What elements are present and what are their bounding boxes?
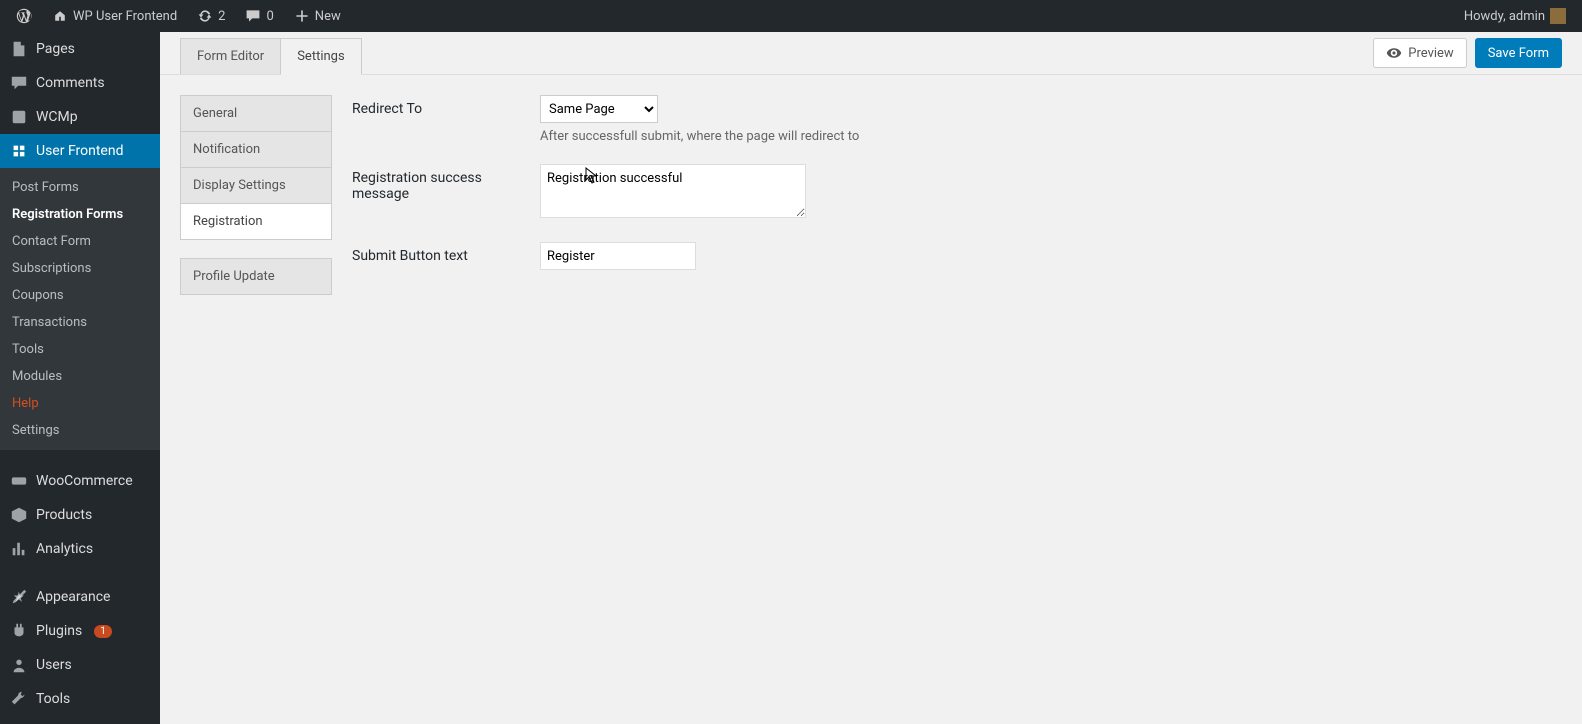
submenu-item-transactions[interactable]: Transactions: [0, 309, 160, 336]
submenu-item-modules[interactable]: Modules: [0, 363, 160, 390]
redirect-to-select[interactable]: Same Page: [540, 95, 658, 123]
home-icon: [52, 8, 68, 24]
tabs-row: Form Editor Settings Preview Save Form: [160, 32, 1582, 75]
page-icon: [10, 40, 28, 58]
updates-link[interactable]: 2: [189, 0, 233, 32]
main-tabs: Form Editor Settings: [180, 38, 362, 74]
wcmp-icon: [10, 108, 28, 126]
sidebar-item-products[interactable]: Products: [0, 498, 160, 532]
sidebar-item-tools[interactable]: Tools: [0, 682, 160, 716]
sidebar-item-label: User Frontend: [36, 143, 123, 159]
sidebar-item-settings[interactable]: Settings: [0, 716, 160, 724]
sidebar-item-wcmp[interactable]: WCMp: [0, 100, 160, 134]
site-name-label: WP User Frontend: [73, 9, 177, 24]
sidebar-item-label: Analytics: [36, 541, 93, 557]
settings-tab-general[interactable]: General: [180, 95, 332, 132]
sidebar-item-analytics[interactable]: Analytics: [0, 532, 160, 566]
sidebar-item-label: WooCommerce: [36, 473, 133, 489]
sidebar-item-label: Pages: [36, 41, 75, 57]
settings-tab-notification[interactable]: Notification: [180, 132, 332, 168]
sidebar-item-pages[interactable]: Pages: [0, 32, 160, 66]
comment-icon: [245, 8, 261, 24]
submenu-item-registration-forms[interactable]: Registration Forms: [0, 201, 160, 228]
save-button[interactable]: Save Form: [1475, 38, 1562, 68]
wordpress-icon: [16, 8, 32, 24]
sidebar-item-label: Tools: [36, 691, 70, 707]
badge: 1: [94, 625, 112, 638]
users-icon: [10, 656, 28, 674]
settings-tab-profile-update[interactable]: Profile Update: [180, 258, 332, 295]
settings-sub-tabs: GeneralNotificationDisplay SettingsRegis…: [180, 95, 332, 295]
new-label: New: [315, 9, 341, 24]
tab-form-editor[interactable]: Form Editor: [180, 38, 281, 74]
refresh-icon: [197, 8, 213, 24]
new-link[interactable]: New: [286, 0, 349, 32]
success-message-label: Registration success message: [352, 164, 540, 202]
settings-tab-display[interactable]: Display Settings: [180, 168, 332, 204]
form-actions: Preview Save Form: [1373, 38, 1562, 74]
submenu-item-coupons[interactable]: Coupons: [0, 282, 160, 309]
eye-icon: [1386, 45, 1402, 61]
field-submit-text: Submit Button text: [352, 242, 1562, 270]
sidebar-item-appearance[interactable]: Appearance: [0, 580, 160, 614]
submenu-item-uf-settings[interactable]: Settings: [0, 417, 160, 444]
my-account-link[interactable]: Howdy, admin: [1456, 0, 1574, 32]
success-message-textarea[interactable]: [540, 164, 806, 218]
sidebar-item-label: WCMp: [36, 109, 78, 125]
sidebar-item-label: Users: [36, 657, 72, 673]
settings-body: Redirect To Same Page After successfull …: [352, 95, 1562, 295]
admin-bar: WP User Frontend 2 0 New Howdy, admin: [0, 0, 1582, 32]
field-redirect-to: Redirect To Same Page After successfull …: [352, 95, 1562, 144]
content-area: Form Editor Settings Preview Save Form G…: [160, 32, 1582, 724]
settings-tab-registration[interactable]: Registration: [180, 204, 332, 240]
plugins-icon: [10, 622, 28, 640]
analytics-icon: [10, 540, 28, 558]
avatar: [1550, 8, 1566, 24]
sidebar-item-label: Plugins: [36, 623, 82, 639]
woo-icon: [10, 472, 28, 490]
sidebar-item-label: Appearance: [36, 589, 110, 605]
sidebar-item-plugins[interactable]: Plugins 1: [0, 614, 160, 648]
sidebar-item-label: Comments: [36, 75, 105, 91]
updates-count: 2: [218, 9, 225, 24]
site-name-link[interactable]: WP User Frontend: [44, 0, 185, 32]
submenu-item-uf-tools[interactable]: Tools: [0, 336, 160, 363]
sidebar-item-users[interactable]: Users: [0, 648, 160, 682]
submenu-item-post-forms[interactable]: Post Forms: [0, 174, 160, 201]
comments-link[interactable]: 0: [237, 0, 281, 32]
submenu-item-help[interactable]: Help: [0, 390, 160, 417]
appearance-icon: [10, 588, 28, 606]
submenu-item-contact-form[interactable]: Contact Form: [0, 228, 160, 255]
submit-text-label: Submit Button text: [352, 242, 540, 264]
submit-text-input[interactable]: [540, 242, 696, 270]
products-icon: [10, 506, 28, 524]
sidebar-item-woocommerce[interactable]: WooCommerce: [0, 464, 160, 498]
admin-sidebar: Pages Comments WCMp User Frontend Post Forms…: [0, 32, 160, 724]
tab-settings[interactable]: Settings: [281, 38, 361, 75]
preview-label: Preview: [1408, 46, 1453, 61]
howdy-text: Howdy, admin: [1464, 9, 1545, 24]
redirect-to-desc: After successfull submit, where the page…: [540, 129, 859, 144]
sidebar-item-comments[interactable]: Comments: [0, 66, 160, 100]
field-success-message: Registration success message: [352, 164, 1562, 222]
submenu-user-frontend: Post FormsRegistration FormsContact Form…: [0, 168, 160, 450]
uf-icon: [10, 142, 28, 160]
preview-button[interactable]: Preview: [1373, 38, 1466, 68]
tools-icon: [10, 690, 28, 708]
comment-icon: [10, 74, 28, 92]
settings-wrap: GeneralNotificationDisplay SettingsRegis…: [160, 75, 1582, 315]
sidebar-item-label: Products: [36, 507, 92, 523]
wp-logo[interactable]: [8, 0, 40, 32]
comments-count: 0: [266, 9, 273, 24]
sidebar-item-user-frontend[interactable]: User Frontend: [0, 134, 160, 168]
redirect-to-label: Redirect To: [352, 95, 540, 117]
submenu-item-subscriptions[interactable]: Subscriptions: [0, 255, 160, 282]
plus-icon: [294, 8, 310, 24]
